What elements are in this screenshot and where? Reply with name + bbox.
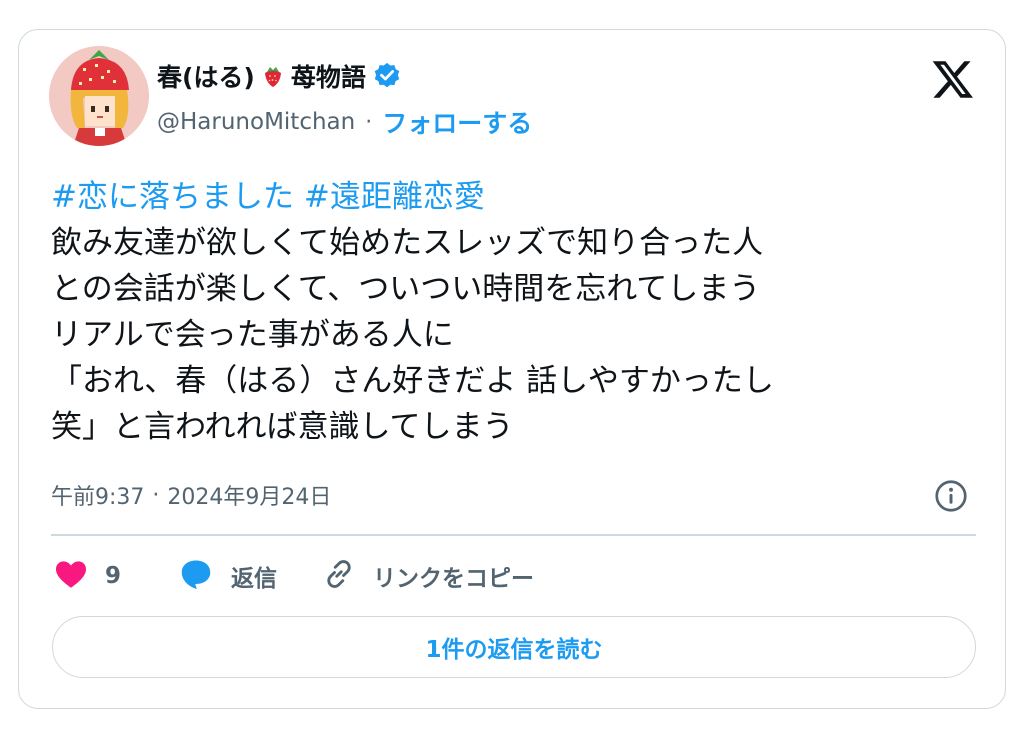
reply-label: 返信 — [231, 566, 278, 592]
copy-link-label: リンクをコピー — [373, 566, 535, 592]
user-handle[interactable]: @HarunoMitchan — [157, 109, 355, 135]
reply-bubble-icon — [177, 555, 215, 597]
reply-button[interactable]: 返信 — [177, 555, 277, 597]
tweet-line: 「おれ、春（はる）さん好きだよ 話しやすかったし — [51, 363, 774, 399]
tweet-date[interactable]: 2024年9月24日 — [167, 479, 331, 511]
separator-dot: · — [365, 109, 373, 135]
tweet-line: 笑」と言われれば意識してしまう — [51, 409, 514, 445]
display-name[interactable]: 春(はる) — [157, 58, 255, 94]
avatar[interactable] — [49, 46, 149, 146]
tweet-time[interactable]: 午前9:37 — [51, 479, 144, 511]
strawberry-emoji — [261, 64, 285, 88]
tweet-text: #恋に落ちました #遠距離恋愛 飲み友達が欲しくて始めたスレッズで知り合った人 … — [51, 174, 986, 450]
x-logo-icon[interactable] — [931, 57, 975, 101]
avatar-image — [49, 46, 149, 146]
like-button[interactable]: 9 — [53, 556, 121, 596]
copy-link-button[interactable]: リンクをコピー — [321, 556, 534, 596]
link-icon — [321, 556, 357, 596]
tweet-line: 飲み友達が欲しくて始めたスレッズで知り合った人 — [51, 225, 764, 261]
tweet-line: リアルで会った事がある人に — [51, 317, 454, 353]
divider — [51, 534, 976, 536]
verified-badge-icon — [372, 61, 402, 91]
action-bar: 9 返信 リンクをコピー — [53, 554, 534, 598]
hashtag[interactable]: #遠距離恋愛 — [304, 179, 485, 215]
info-icon[interactable] — [933, 478, 969, 514]
like-count: 9 — [105, 563, 122, 589]
heart-icon — [53, 556, 89, 596]
handle-row: @HarunoMitchan · フォローする — [157, 104, 532, 140]
tweet-card: 春(はる) 苺物語 @HarunoMitchan · フォローする #恋に落ちま… — [18, 29, 1006, 709]
timestamp[interactable]: 午前9:37 · 2024年9月24日 — [51, 478, 331, 512]
display-name-suffix[interactable]: 苺物語 — [291, 58, 366, 94]
read-replies-button[interactable]: 1件の返信を読む — [52, 616, 976, 678]
follow-button[interactable]: フォローする — [382, 104, 532, 140]
hashtag[interactable]: #恋に落ちました — [51, 179, 294, 215]
separator-dot: · — [152, 482, 160, 508]
author-name-row[interactable]: 春(はる) 苺物語 — [157, 58, 402, 94]
tweet-line: との会話が楽しくて、ついつい時間を忘れてしまう — [51, 271, 761, 307]
hashtag-line: #恋に落ちました #遠距離恋愛 — [51, 174, 986, 220]
